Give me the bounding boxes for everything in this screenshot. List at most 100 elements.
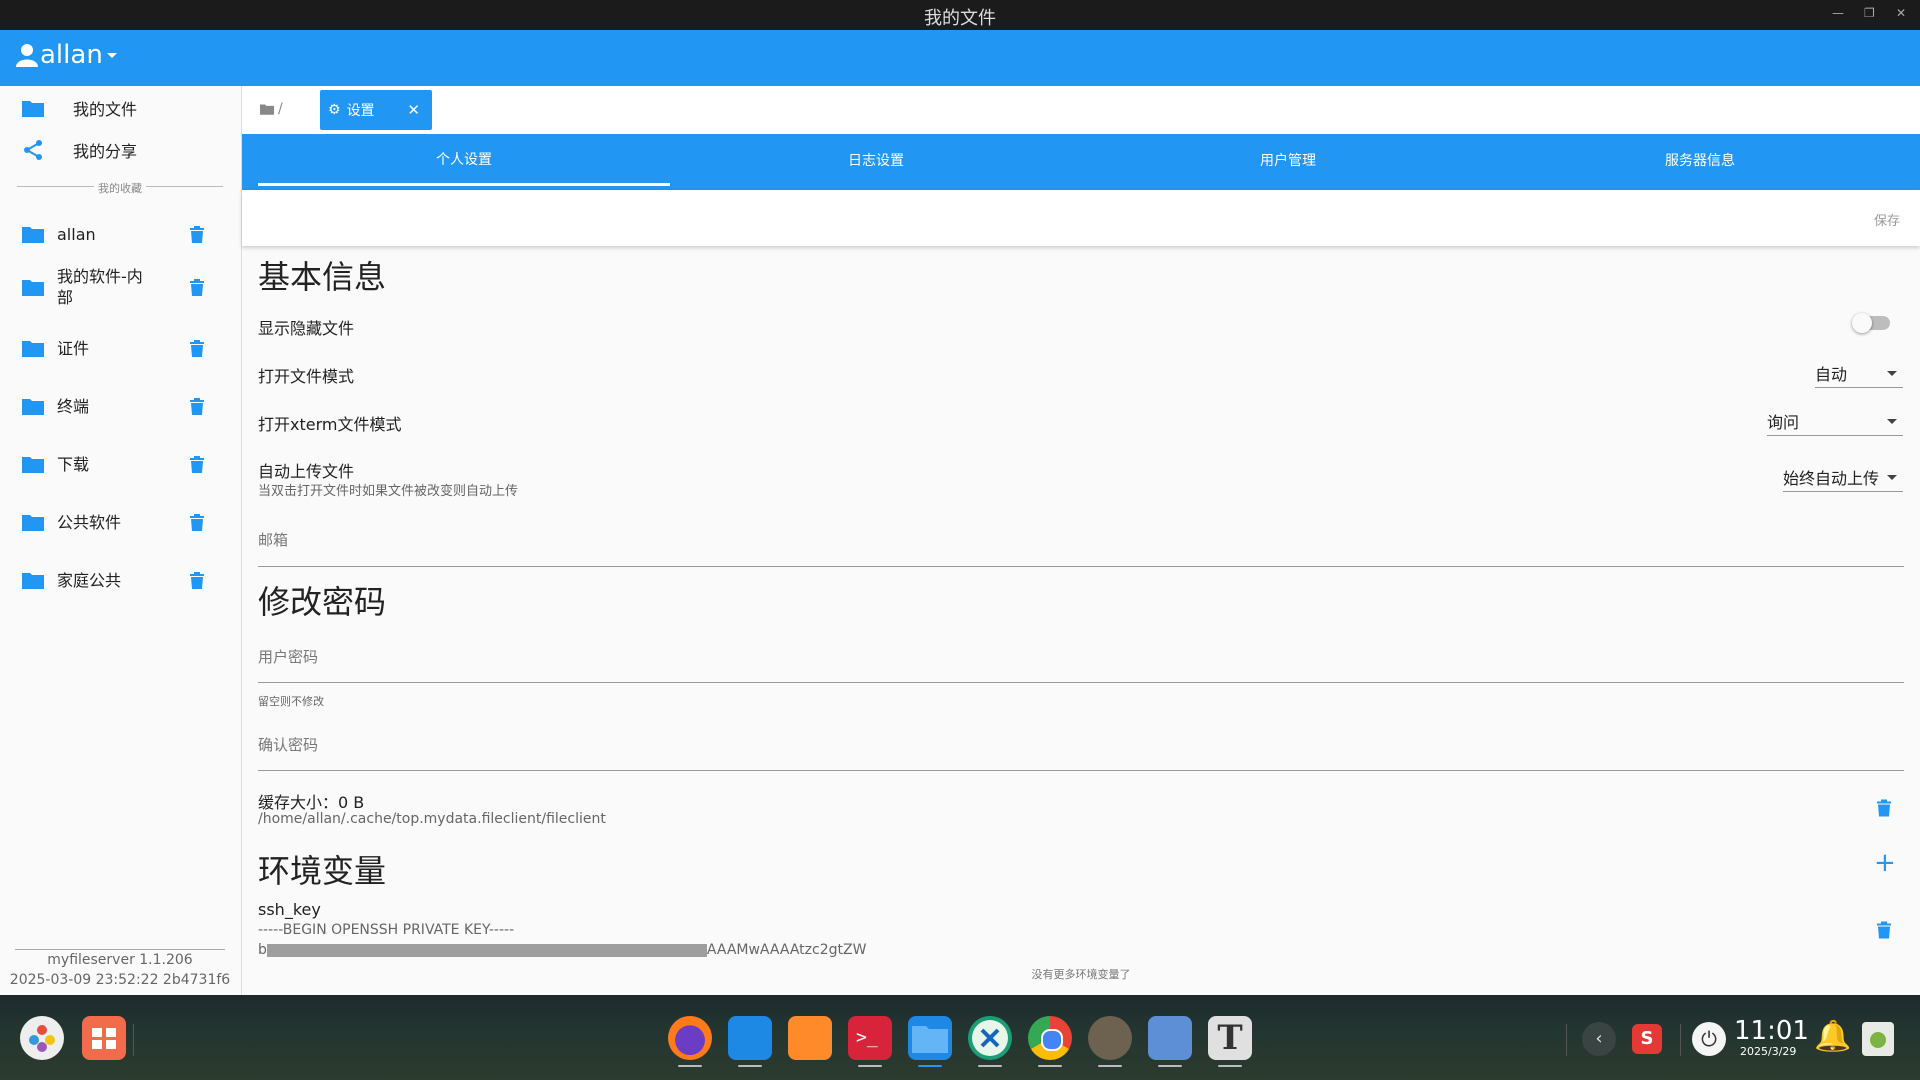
favorite-item-family[interactable]: 家庭公共: [0, 560, 240, 600]
breadcrumb-path: /: [278, 101, 283, 117]
collapse-tray-icon[interactable]: ‹: [1582, 1022, 1616, 1056]
user-password-field[interactable]: 用户密码: [258, 646, 318, 667]
tab-user-management[interactable]: 用户管理: [1082, 134, 1494, 186]
folder-icon: [22, 341, 44, 357]
add-icon[interactable]: +: [1874, 850, 1896, 876]
tabs-bar: / ⚙ 设置 ✕: [242, 86, 1920, 134]
favorite-item-downloads[interactable]: 下载: [0, 444, 240, 484]
tab-settings[interactable]: ⚙ 设置 ✕: [320, 90, 432, 130]
user-password-underline: [258, 682, 1904, 683]
trash-icon[interactable]: [189, 455, 205, 473]
user-menu[interactable]: allan: [16, 40, 119, 70]
clock-time[interactable]: 11:01: [1734, 1018, 1809, 1044]
favorite-label: 家庭公共: [57, 570, 122, 590]
power-icon[interactable]: ⏻: [1692, 1022, 1726, 1056]
launcher-glyph: [29, 1025, 55, 1052]
trash-icon[interactable]: [189, 278, 205, 296]
running-indicator: [1038, 1065, 1062, 1067]
favorite-item-allan[interactable]: allan: [0, 214, 240, 254]
nav-my-files[interactable]: 我的文件: [0, 88, 240, 128]
env-var-line2-start: b: [258, 942, 267, 958]
minimize-icon[interactable]: —: [1832, 6, 1844, 20]
gimp-icon[interactable]: [1088, 1016, 1132, 1060]
folder-glyph: [912, 1026, 948, 1053]
open-mode-select[interactable]: 自动: [1815, 361, 1903, 388]
env-var-line2: b AAAMwAAAAtzc2gtZW: [258, 942, 866, 958]
chevron-down-icon: [1887, 475, 1897, 480]
favorites-heading: 我的收藏: [0, 180, 240, 196]
share-icon: [24, 140, 42, 160]
save-button[interactable]: 保存: [1874, 210, 1900, 229]
trash-icon[interactable]: [1876, 798, 1892, 817]
multitask-view-icon[interactable]: [82, 1016, 126, 1060]
text-editor-icon[interactable]: T: [1208, 1016, 1252, 1060]
remote-desktop-icon[interactable]: [968, 1016, 1012, 1060]
open-mode-label: 打开文件模式: [258, 367, 355, 386]
running-indicator: [858, 1065, 882, 1067]
env-heading: 环境变量: [258, 852, 387, 890]
close-tab-icon[interactable]: ✕: [407, 101, 420, 119]
running-indicator: [678, 1065, 702, 1067]
favorite-label: 我的软件-内部: [57, 267, 143, 307]
terminal-icon[interactable]: >_: [848, 1016, 892, 1060]
favorite-item-documents[interactable]: 证件: [0, 328, 240, 368]
tab-log-settings[interactable]: 日志设置: [670, 134, 1082, 186]
app-store-icon[interactable]: [728, 1016, 772, 1060]
auto-upload-value: 始终自动上传: [1783, 469, 1880, 488]
running-indicator: [1218, 1065, 1242, 1067]
folder-icon: [260, 104, 274, 115]
trash-icon[interactable]: [1876, 920, 1892, 939]
sidebar: 我的文件 我的分享 我的收藏 allan 我的软件-内部 证件 终端 下载 公共…: [0, 86, 242, 995]
shopping-bag-icon[interactable]: [788, 1016, 832, 1060]
notification-bell-icon[interactable]: 🔔: [1814, 1020, 1851, 1054]
running-indicator: [978, 1065, 1002, 1067]
favorite-item-software[interactable]: 我的软件-内部: [0, 264, 240, 310]
tab-server-info[interactable]: 服务器信息: [1494, 134, 1906, 186]
nav-my-shares[interactable]: 我的分享: [0, 130, 240, 170]
show-hidden-label: 显示隐藏文件: [258, 319, 355, 338]
auto-upload-select[interactable]: 始终自动上传: [1783, 465, 1903, 492]
file-manager-icon[interactable]: [908, 1016, 952, 1060]
close-window-icon[interactable]: ✕: [1896, 6, 1906, 20]
folder-icon: [22, 280, 44, 296]
screenshot-tool-icon[interactable]: [1148, 1016, 1192, 1060]
running-indicator: [738, 1065, 762, 1067]
folder-icon: [22, 515, 44, 531]
clock-date: 2025/3/29: [1740, 1045, 1797, 1058]
env-var-line1: -----BEGIN OPENSSH PRIVATE KEY-----: [258, 922, 515, 938]
taskbar-separator: [1680, 1024, 1681, 1056]
trash-icon[interactable]: [189, 397, 205, 415]
toggle-knob: [1852, 313, 1872, 333]
firefox-icon[interactable]: [668, 1016, 712, 1060]
tab-label: 设置: [346, 103, 375, 119]
trash-icon[interactable]: [189, 513, 205, 531]
nav-label: 我的分享: [73, 142, 138, 161]
user-name: allan: [40, 40, 103, 70]
favorite-item-terminal[interactable]: 终端: [0, 386, 240, 426]
chrome-icon[interactable]: [1028, 1016, 1072, 1060]
breadcrumb[interactable]: /: [260, 101, 283, 117]
favorite-item-public-software[interactable]: 公共软件: [0, 502, 240, 542]
basic-info-heading: 基本信息: [258, 258, 387, 296]
trash-icon[interactable]: [189, 225, 205, 243]
window-titlebar: 我的文件 — ❐ ✕: [0, 0, 1920, 30]
trash-bin-icon[interactable]: [1862, 1022, 1894, 1056]
env-footer: 没有更多环境变量了: [1031, 968, 1131, 981]
auto-upload-label: 自动上传文件: [258, 462, 355, 481]
input-method-icon[interactable]: S: [1632, 1024, 1662, 1054]
xterm-mode-select[interactable]: 询问: [1767, 409, 1903, 436]
trash-icon[interactable]: [189, 571, 205, 589]
show-hidden-toggle[interactable]: [1852, 313, 1890, 333]
confirm-password-field[interactable]: 确认密码: [258, 734, 318, 755]
launcher-icon[interactable]: [20, 1016, 64, 1060]
tab-personal-settings[interactable]: 个人设置: [258, 134, 670, 186]
favorite-label: 终端: [57, 396, 90, 416]
trash-icon[interactable]: [189, 339, 205, 357]
email-field[interactable]: 邮箱: [258, 529, 288, 550]
folder-icon: [22, 399, 44, 415]
redaction-bar: [266, 943, 707, 957]
favorite-label: 证件: [57, 338, 90, 358]
user-icon: [16, 44, 38, 67]
restore-icon[interactable]: ❐: [1864, 6, 1875, 20]
running-indicator: [1098, 1065, 1122, 1067]
